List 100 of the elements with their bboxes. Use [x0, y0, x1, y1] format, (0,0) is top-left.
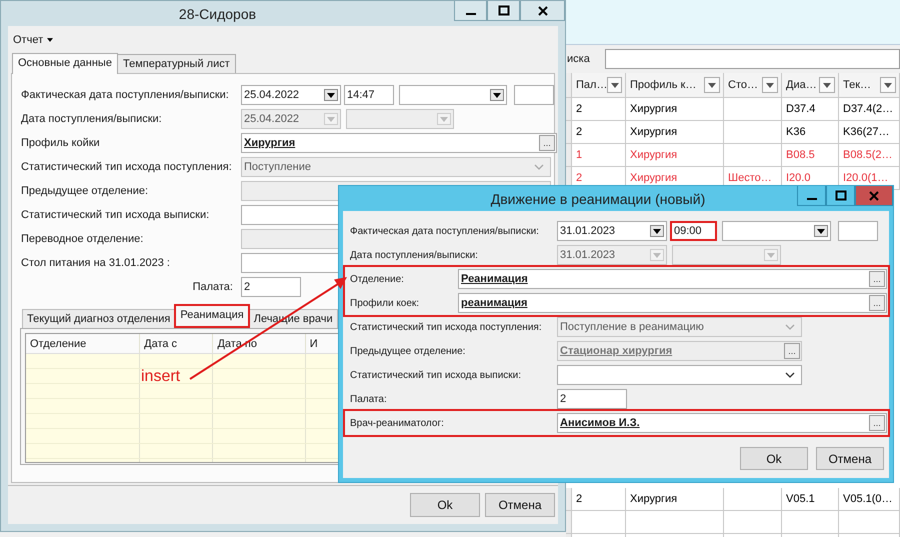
close-icon[interactable]: [536, 4, 548, 16]
search-field[interactable]: [605, 49, 900, 69]
time-field[interactable]: 09:00: [670, 221, 717, 241]
caret-icon[interactable]: [493, 92, 501, 98]
table-cell: Хирургия: [626, 98, 724, 120]
dropdown-field[interactable]: [722, 221, 831, 241]
field-label: Статистический тип исхода выписки:: [21, 209, 210, 221]
caret-icon[interactable]: [653, 228, 661, 234]
dropdown-field[interactable]: [399, 85, 507, 105]
tab[interactable]: Основные данные: [12, 53, 118, 74]
time-field[interactable]: 14:47: [344, 85, 394, 105]
table-cell: B08.5: [782, 144, 839, 166]
field-label: Фактическая дата поступления/выписки:: [21, 89, 230, 101]
window-title: 28-Сидоров: [178, 6, 256, 22]
lookup-field[interactable]: Реанимация ...: [458, 269, 887, 289]
input-field[interactable]: 2: [241, 277, 301, 297]
close-button[interactable]: [520, 1, 565, 21]
maximize-button[interactable]: [826, 186, 855, 206]
filter-button[interactable]: [819, 77, 835, 93]
browse-button[interactable]: ...: [539, 135, 555, 151]
table-cell: D37.4(2…: [839, 98, 900, 120]
table-cell: B08.5(2…: [839, 144, 900, 166]
column-header[interactable]: Диа…: [782, 73, 839, 97]
caret-icon[interactable]: [327, 92, 335, 98]
field-label: Палата:: [349, 394, 388, 404]
table-cell: 1: [572, 144, 626, 166]
input-field[interactable]: [838, 221, 878, 241]
table-cell: Хирургия: [626, 488, 724, 510]
caret-icon[interactable]: [817, 228, 825, 234]
filter-button[interactable]: [880, 77, 896, 93]
search-label: иска: [567, 53, 591, 65]
field-label: Фактическая дата поступления/выписки:: [349, 226, 540, 236]
field-label: Профиль койки: [21, 137, 101, 149]
field-label: Переводное отделение:: [21, 233, 144, 245]
field-label: Дата поступления/выписки:: [349, 250, 479, 260]
filter-button[interactable]: [762, 77, 778, 93]
cancel-button[interactable]: Отмена: [816, 447, 884, 470]
window-title: Движение в реанимации (новый): [490, 190, 706, 206]
field-label: Профили коек:: [349, 298, 420, 308]
filter-button[interactable]: [607, 77, 622, 93]
column-header[interactable]: Дата с: [140, 334, 214, 353]
cancel-button[interactable]: Отмена: [485, 493, 555, 517]
filter-button[interactable]: [704, 77, 720, 93]
maximize-icon[interactable]: [834, 190, 846, 202]
field-label: Статистический тип исхода поступления:: [21, 161, 233, 173]
date-field[interactable]: 31.01.2023: [557, 221, 667, 241]
dropdown-field[interactable]: [557, 365, 802, 385]
lookup-field[interactable]: реанимация ...: [458, 293, 887, 313]
caret-icon[interactable]: [766, 82, 774, 88]
field-label: Врач-реаниматолог:: [349, 418, 445, 428]
dropdown-button[interactable]: [814, 225, 828, 237]
dropdown-button[interactable]: [324, 89, 338, 101]
field-label: Предыдущее отделение:: [349, 346, 466, 356]
column-header[interactable]: Профиль к…: [626, 73, 724, 97]
table-cell: 2: [572, 121, 626, 143]
table-cell: 2: [572, 98, 626, 120]
annotation-label: insert: [141, 368, 180, 386]
ok-button[interactable]: Ok: [740, 447, 808, 470]
caret-icon[interactable]: [884, 82, 892, 88]
date-field[interactable]: 25.04.2022: [241, 85, 341, 105]
field-label: Палата:: [192, 281, 234, 293]
column-header[interactable]: Тек…: [839, 73, 900, 97]
input-field[interactable]: [514, 85, 554, 105]
table-cell: V05.1: [782, 488, 839, 510]
browse-button[interactable]: ...: [869, 415, 885, 431]
field-label: Стол питания на 31.01.2023 :: [21, 257, 171, 269]
chevron-icon[interactable]: [785, 372, 795, 378]
minimize-button[interactable]: [797, 186, 826, 206]
browse-button[interactable]: ...: [869, 295, 885, 311]
browse-button[interactable]: ...: [869, 271, 885, 287]
table-cell: K36: [782, 121, 839, 143]
field-label: Статистический тип исхода поступления:: [349, 322, 543, 332]
column-header[interactable]: Сто…: [724, 73, 782, 97]
caret-icon[interactable]: [47, 38, 54, 42]
caret-icon[interactable]: [823, 82, 831, 88]
table-cell: K36(27…: [839, 121, 900, 143]
tab[interactable]: Реанимация: [174, 304, 250, 328]
maximize-button[interactable]: [487, 1, 520, 21]
field-label: Дата поступления/выписки:: [21, 113, 163, 125]
maximize-icon[interactable]: [498, 4, 510, 16]
input-field[interactable]: 2: [557, 389, 627, 409]
column-header[interactable]: Пал…: [572, 73, 626, 97]
field-label: Статистический тип исхода выписки:: [349, 370, 522, 380]
ok-button[interactable]: Ok: [410, 493, 480, 517]
dropdown-button[interactable]: [650, 225, 664, 237]
dropdown-button[interactable]: [490, 89, 504, 101]
menu-item[interactable]: Отчет: [13, 34, 54, 46]
table-cell: Хирургия: [626, 121, 724, 143]
caret-icon[interactable]: [708, 82, 716, 88]
lookup-field[interactable]: Хирургия ...: [241, 133, 557, 153]
column-header[interactable]: Отделение: [26, 334, 140, 353]
field-label: Предыдущее отделение:: [21, 185, 150, 197]
caret-icon[interactable]: [610, 82, 619, 88]
tab[interactable]: Температурный лист: [116, 54, 236, 73]
table-cell: Хирургия: [626, 144, 724, 166]
tab[interactable]: Текущий диагноз отделения: [22, 309, 176, 328]
table-cell: D37.4: [782, 98, 839, 120]
minimize-button[interactable]: [454, 1, 487, 21]
lookup-field[interactable]: Анисимов И.З. ...: [557, 413, 887, 433]
table-cell: V05.1(0…: [839, 488, 900, 510]
